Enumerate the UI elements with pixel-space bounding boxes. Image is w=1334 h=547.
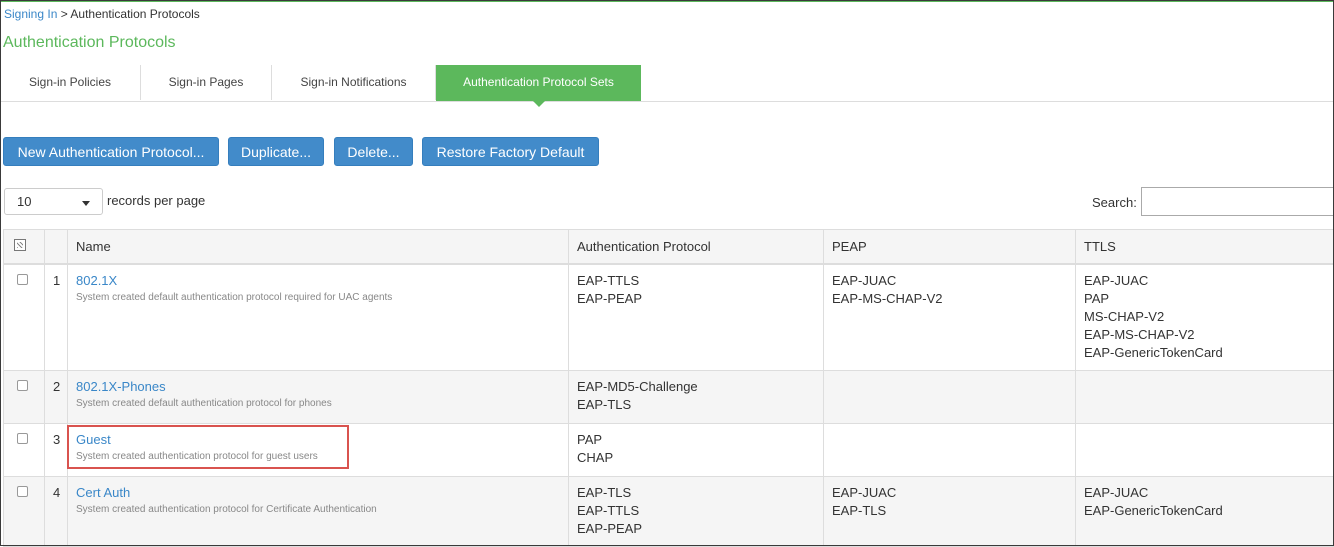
auth-protocol-item: EAP-PEAP (577, 290, 815, 308)
ttls-item: EAP-GenericTokenCard (1084, 502, 1326, 520)
top-accent-bar (0, 0, 1334, 2)
ttls-item: EAP-GenericTokenCard (1084, 344, 1326, 362)
records-per-page-value: 10 (17, 194, 31, 209)
row-number: 3 (45, 424, 68, 477)
table-row: 3 Guest System created authentication pr… (4, 424, 1334, 477)
table-header-row: Name Authentication Protocol PEAP TTLS (4, 230, 1334, 264)
breadcrumb-current: Authentication Protocols (70, 7, 199, 21)
ttls-cell (1076, 371, 1334, 424)
records-per-page-select[interactable]: 10 (4, 188, 103, 215)
peap-cell (824, 424, 1076, 477)
delete-button[interactable]: Delete... (334, 137, 413, 166)
protocol-table: Name Authentication Protocol PEAP TTLS 1… (3, 229, 1334, 547)
peap-cell (824, 371, 1076, 424)
ttls-cell: EAP-JUAC PAP MS-CHAP-V2 EAP-MS-CHAP-V2 E… (1076, 264, 1334, 371)
protocol-name-link[interactable]: 802.1X (76, 273, 117, 288)
column-header-peap[interactable]: PEAP (824, 230, 1076, 264)
protocol-name-link[interactable]: 802.1X-Phones (76, 379, 166, 394)
tab-sign-in-notifications[interactable]: Sign-in Notifications (272, 65, 436, 100)
select-all-header[interactable] (4, 230, 45, 264)
page-title: Authentication Protocols (3, 34, 176, 52)
protocol-description: System created authentication protocol f… (76, 502, 560, 518)
row-number: 4 (45, 477, 68, 547)
ttls-item: EAP-JUAC (1084, 484, 1326, 502)
auth-protocol-cell: EAP-TLS EAP-TTLS EAP-PEAP (569, 477, 824, 547)
peap-item: EAP-JUAC (832, 484, 1067, 502)
peap-item: EAP-MS-CHAP-V2 (832, 290, 1067, 308)
row-checkbox-cell (4, 371, 45, 424)
peap-cell: EAP-JUAC EAP-MS-CHAP-V2 (824, 264, 1076, 371)
breadcrumb-separator: > (57, 7, 70, 21)
row-checkbox[interactable] (17, 274, 28, 285)
ttls-item: EAP-JUAC (1084, 272, 1326, 290)
name-cell: 802.1X-Phones System created default aut… (68, 371, 569, 424)
peap-item: EAP-JUAC (832, 272, 1067, 290)
row-number: 2 (45, 371, 68, 424)
peap-cell: EAP-JUAC EAP-TLS (824, 477, 1076, 547)
auth-protocol-cell: PAP CHAP (569, 424, 824, 477)
auth-protocol-cell: EAP-MD5-Challenge EAP-TLS (569, 371, 824, 424)
protocol-description: System created default authentication pr… (76, 396, 560, 412)
breadcrumb-link-signing-in[interactable]: Signing In (4, 7, 57, 21)
row-checkbox[interactable] (17, 486, 28, 497)
protocol-description: System created authentication protocol f… (76, 449, 560, 465)
ttls-cell (1076, 424, 1334, 477)
ttls-cell: EAP-JUAC EAP-GenericTokenCard (1076, 477, 1334, 547)
search-label: Search: (1092, 195, 1137, 210)
name-cell: Guest System created authentication prot… (68, 424, 569, 477)
protocol-name-link[interactable]: Guest (76, 432, 111, 447)
duplicate-button[interactable]: Duplicate... (228, 137, 324, 166)
records-per-page-label: records per page (107, 193, 205, 208)
row-checkbox-cell (4, 424, 45, 477)
auth-protocol-item: EAP-TTLS (577, 502, 815, 520)
column-header-authentication-protocol[interactable]: Authentication Protocol (569, 230, 824, 264)
auth-protocol-item: EAP-PEAP (577, 520, 815, 538)
tab-sign-in-pages[interactable]: Sign-in Pages (141, 65, 272, 100)
auth-protocol-item: EAP-TLS (577, 396, 815, 414)
table-row: 1 802.1X System created default authenti… (4, 264, 1334, 371)
row-number-header (45, 230, 68, 264)
ttls-item: MS-CHAP-V2 (1084, 308, 1326, 326)
row-checkbox[interactable] (17, 380, 28, 391)
restore-factory-default-button[interactable]: Restore Factory Default (422, 137, 599, 166)
select-all-checkbox[interactable] (14, 239, 26, 251)
auth-protocol-item: EAP-MD5-Challenge (577, 378, 815, 396)
tab-sign-in-policies[interactable]: Sign-in Policies (0, 65, 141, 100)
row-number: 1 (45, 264, 68, 371)
row-checkbox-cell (4, 477, 45, 547)
tab-authentication-protocol-sets[interactable]: Authentication Protocol Sets (436, 65, 641, 101)
search-input[interactable] (1141, 187, 1334, 216)
name-cell: Cert Auth System created authentication … (68, 477, 569, 547)
chevron-down-icon (82, 201, 90, 206)
table-row: 2 802.1X-Phones System created default a… (4, 371, 1334, 424)
table-row: 4 Cert Auth System created authenticatio… (4, 477, 1334, 547)
column-header-ttls[interactable]: TTLS (1076, 230, 1334, 264)
new-authentication-protocol-button[interactable]: New Authentication Protocol... (3, 137, 219, 166)
row-checkbox-cell (4, 264, 45, 371)
auth-protocol-item: CHAP (577, 449, 815, 467)
protocol-name-link[interactable]: Cert Auth (76, 485, 130, 500)
ttls-item: EAP-MS-CHAP-V2 (1084, 326, 1326, 344)
ttls-item: PAP (1084, 290, 1326, 308)
auth-protocol-cell: EAP-TTLS EAP-PEAP (569, 264, 824, 371)
name-cell: 802.1X System created default authentica… (68, 264, 569, 371)
tab-bar: Sign-in Policies Sign-in Pages Sign-in N… (0, 65, 1334, 102)
protocol-description: System created default authentication pr… (76, 290, 560, 306)
auth-protocol-item: EAP-TLS (577, 484, 815, 502)
row-checkbox[interactable] (17, 433, 28, 444)
auth-protocol-item: EAP-TTLS (577, 272, 815, 290)
auth-protocol-item: PAP (577, 431, 815, 449)
column-header-name[interactable]: Name (68, 230, 569, 264)
breadcrumb: Signing In > Authentication Protocols (4, 7, 200, 21)
peap-item: EAP-TLS (832, 502, 1067, 520)
